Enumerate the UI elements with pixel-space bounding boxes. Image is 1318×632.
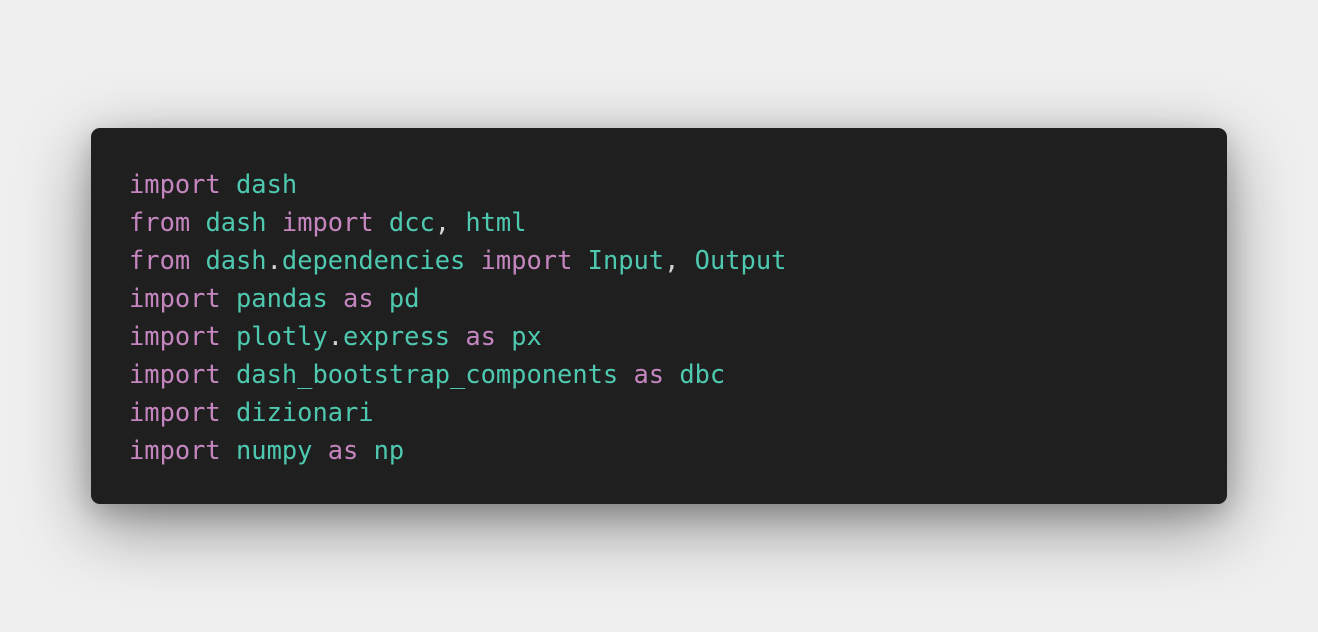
keyword-token: from [129,245,191,275]
punctuation-token: . [266,245,282,275]
identifier-token: dash [205,207,267,237]
punctuation-token: , [664,245,695,275]
identifier-token: dizionari [236,397,374,427]
keyword-token: from [129,207,191,237]
keyword-token: import [480,245,573,275]
code-line: import dizionari [129,393,1189,431]
punctuation-token: . [327,321,344,351]
code-snippet-card: import dash from dash import dcc, html fro… [91,128,1227,504]
keyword-token: import [129,435,221,465]
identifier-token: numpy [236,435,313,465]
identifier-token: Input [587,245,665,275]
keyword-token: import [129,397,221,427]
identifier-token: html [465,207,527,237]
keyword-token: as [343,283,374,313]
identifier-token: np [373,435,405,465]
code-line: import plotly.express as px [129,317,1189,355]
identifier-token: Output [694,245,787,275]
identifier-token: dash [236,169,298,199]
keyword-token: as [327,435,359,465]
code-line: from dash import dcc, html [129,203,1189,241]
keyword-token: import [129,283,221,313]
code-line: from dash.dependencies import Input, Out… [129,241,1189,279]
code-line: import dash [129,165,1189,203]
keyword-token: as [465,321,496,351]
keyword-token: import [129,321,221,351]
keyword-token: import [129,169,221,199]
keyword-token: import [281,207,374,237]
identifier-token: pd [388,283,420,313]
identifier-token: px [511,321,542,351]
identifier-token: dash_bootstrap_components [236,359,619,389]
identifier-token: dash [205,245,267,275]
punctuation-token: , [434,207,466,237]
code-line: import dash_bootstrap_components as dbc [129,355,1189,393]
keyword-token: as [633,359,665,389]
identifier-token: dcc [388,207,435,237]
code-line: import numpy as np [129,431,1189,469]
keyword-token: import [129,359,221,389]
identifier-token: pandas [236,283,328,313]
identifier-token: dbc [679,359,726,389]
identifier-token: dependencies [281,245,466,275]
identifier-token: express [343,321,451,351]
identifier-token: plotly [236,321,328,351]
code-block[interactable]: import dash from dash import dcc, html fro… [129,165,1189,469]
code-line: import pandas as pd [129,279,1189,317]
